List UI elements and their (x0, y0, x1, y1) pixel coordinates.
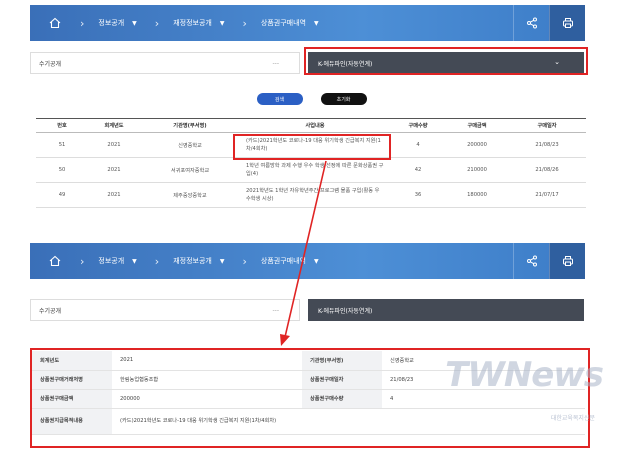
breadcrumb-item-3[interactable]: 상품권구매내역 ▼ (261, 18, 319, 28)
chevron-right-icon: › (80, 16, 85, 30)
bottom-nav-bar: › 정보공개 ▼ › 재정정보공개 ▼ › 상품권구매내역 ▼ (30, 243, 585, 279)
cell-org: 신영중학교 (140, 132, 240, 158)
cell-org: 서귀포여자중학교 (140, 157, 240, 183)
table-row[interactable]: 50 2021 서귀포여자중학교 1학년 여름방학 과제 수행 우수 학생 선정… (36, 157, 586, 183)
cell-amount: 180000 (446, 182, 508, 208)
cell-year: 2021 (88, 182, 140, 208)
top-nav-bar: › 정보공개 ▼ › 재정정보공개 ▼ › 상품권구매내역 ▼ (30, 5, 585, 41)
chevron-right-icon: › (242, 16, 247, 30)
purchase-list-table: 번호 회계년도 기관명(부서명) 사업내용 구매수량 구매금액 구매일자 51 … (36, 118, 586, 208)
col-header: 구매금액 (446, 118, 508, 133)
caret-down-icon: ▼ (313, 257, 319, 265)
breadcrumb-label: 상품권구매내역 (260, 19, 306, 27)
filter-dash: --- (272, 60, 280, 67)
watermark-caption: 대한교육복지신문 (550, 415, 595, 422)
breadcrumb-item-3[interactable]: 상품권구매내역 ▼ (261, 256, 319, 266)
home-icon[interactable] (44, 250, 66, 272)
search-button[interactable]: 검색 (256, 93, 303, 105)
filter-label: 수기공개 (39, 60, 62, 68)
chevron-right-icon: › (154, 254, 160, 268)
col-header: 회계년도 (88, 118, 140, 133)
breadcrumb-item-1[interactable]: 정보공개 ▼ (98, 18, 136, 28)
chevron-right-icon: › (80, 254, 85, 268)
cell-date: 21/08/26 (508, 157, 586, 183)
caret-down-icon: ▼ (132, 257, 137, 265)
cell-no: 50 (36, 157, 88, 183)
cell-no: 49 (36, 182, 88, 208)
col-header: 사업내용 (240, 118, 390, 133)
cell-org: 제주중앙중학교 (140, 182, 240, 208)
select-value: K-에듀파인(자동연계) (318, 307, 373, 315)
chevron-right-icon: › (154, 16, 160, 30)
col-header: 구매일자 (508, 118, 586, 133)
cell-content[interactable]: 1학년 여름방학 과제 수행 우수 학생 선정에 따른 문화상품권 구입(4) (240, 157, 390, 183)
table-row[interactable]: 49 2021 제주중앙중학교 2021학년도 1학년 자유학년주간 프로그램 … (36, 182, 586, 208)
filter-dash: --- (272, 307, 280, 314)
caret-down-icon: ▼ (219, 19, 225, 27)
chevron-right-icon: › (242, 254, 247, 268)
caret-down-icon: ▼ (219, 257, 225, 265)
cell-qty: 36 (390, 182, 446, 208)
edufine-select[interactable]: K-에듀파인(자동연계) (308, 299, 584, 321)
col-header: 번호 (36, 118, 88, 133)
cell-amount: 210000 (446, 157, 508, 183)
cell-date: 21/07/17 (508, 182, 586, 208)
cell-year: 2021 (88, 132, 140, 158)
breadcrumb-item-2[interactable]: 재정정보공개 ▼ (173, 256, 224, 266)
breadcrumb-label: 상품권구매내역 (260, 257, 306, 265)
breadcrumb-label: 재정정보공개 (173, 19, 212, 27)
top-screenshot: › 정보공개 ▼ › 재정정보공개 ▼ › 상품권구매내역 ▼ 수기공개 --- K-에… (0, 0, 623, 222)
caret-down-icon: ▼ (313, 19, 319, 27)
col-header: 기관명(부서명) (140, 118, 240, 133)
disclosure-filter: 수기공개 --- K-에듀파인(자동연계) (30, 297, 585, 323)
watermark-logo: TWNews (445, 355, 604, 395)
breadcrumb-label: 정보공개 (98, 19, 125, 27)
caret-down-icon: ▼ (132, 19, 137, 27)
cell-qty: 4 (390, 132, 446, 158)
highlight-box (233, 134, 391, 160)
cell-amount: 200000 (446, 132, 508, 158)
cell-no: 51 (36, 132, 88, 158)
share-icon[interactable] (513, 5, 549, 41)
cell-year: 2021 (88, 157, 140, 183)
cell-qty: 42 (390, 157, 446, 183)
col-header: 구매수량 (390, 118, 446, 133)
manual-disclosure-tab[interactable]: 수기공개 --- (30, 299, 300, 321)
cell-content[interactable]: 2021학년도 1학년 자유학년주간 프로그램 물품 구입(활동 우수학생 시상… (240, 182, 390, 208)
filter-label: 수기공개 (39, 307, 62, 315)
cell-date: 21/08/23 (508, 132, 586, 158)
manual-disclosure-tab[interactable]: 수기공개 --- (30, 52, 300, 74)
breadcrumb-label: 재정정보공개 (173, 257, 212, 265)
home-icon[interactable] (44, 12, 66, 34)
breadcrumb-item-1[interactable]: 정보공개 ▼ (98, 256, 136, 266)
highlight-box (304, 47, 588, 75)
reset-button[interactable]: 초기화 (320, 93, 367, 105)
breadcrumb-label: 정보공개 (98, 257, 125, 265)
share-icon[interactable] (513, 243, 549, 279)
breadcrumb-item-2[interactable]: 재정정보공개 ▼ (173, 18, 224, 28)
print-icon[interactable] (549, 243, 585, 279)
print-icon[interactable] (549, 5, 585, 41)
